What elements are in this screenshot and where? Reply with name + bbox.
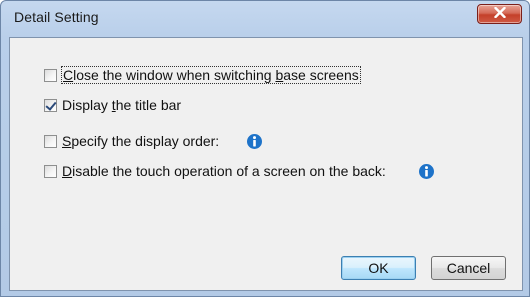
checkbox-display-title-bar[interactable] (44, 98, 57, 112)
checkbox-specify-display-order[interactable] (44, 134, 57, 148)
option-disable-touch-back-label: Disable the touch operation of a screen … (62, 163, 386, 179)
option-display-title-bar-label: Display the title bar (62, 97, 182, 113)
dialog-content: Close the window when switching base scr… (9, 37, 523, 291)
option-close-window-label: Close the window when switching base scr… (61, 66, 361, 84)
window-title: Detail Setting (14, 9, 99, 25)
info-icon[interactable] (247, 134, 262, 149)
option-specify-display-order[interactable]: Specify the display order: (44, 132, 219, 150)
info-icon[interactable] (419, 164, 434, 179)
cancel-button[interactable]: Cancel (431, 256, 506, 280)
dialog-window: Detail Setting Close the window when swi… (0, 0, 530, 297)
option-specify-display-order-label: Specify the display order: (62, 133, 220, 149)
close-icon (493, 5, 506, 23)
option-display-title-bar[interactable]: Display the title bar (44, 96, 181, 114)
option-disable-touch-back[interactable]: Disable the touch operation of a screen … (44, 162, 386, 180)
close-button[interactable] (477, 4, 522, 24)
checkbox-disable-touch-back[interactable] (44, 164, 57, 178)
checkbox-close-window[interactable] (44, 68, 57, 82)
option-close-window[interactable]: Close the window when switching base scr… (44, 66, 361, 84)
ok-button[interactable]: OK (341, 256, 416, 280)
